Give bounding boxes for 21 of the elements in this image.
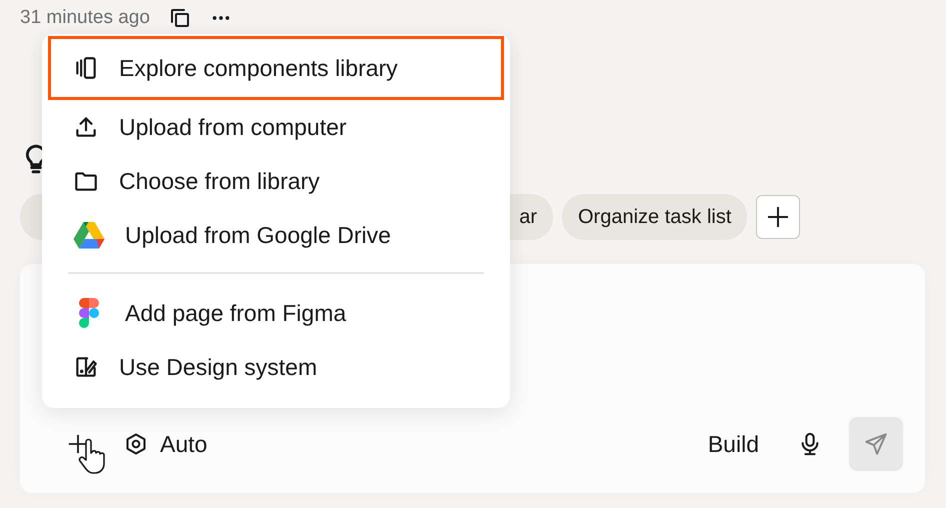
plus-icon xyxy=(766,205,790,229)
build-button[interactable]: Build xyxy=(708,426,759,462)
send-button[interactable] xyxy=(849,417,903,471)
menu-item[interactable]: Upload from computer xyxy=(48,100,504,154)
add-suggestion-button[interactable] xyxy=(756,195,800,239)
upload-icon xyxy=(73,114,99,140)
menu-item[interactable]: Upload from Google Drive xyxy=(48,208,504,262)
microphone-button[interactable] xyxy=(799,431,821,457)
menu-item[interactable]: Add page from Figma xyxy=(48,286,504,340)
menu-item[interactable]: Use Design system xyxy=(48,340,504,394)
send-icon xyxy=(863,431,889,457)
microphone-icon xyxy=(799,431,821,457)
timestamp: 31 minutes ago xyxy=(20,8,150,28)
suggestion-chip[interactable]: Organize task list xyxy=(562,194,748,240)
menu-item[interactable]: Explore components library xyxy=(48,36,504,100)
drive-icon xyxy=(73,221,105,249)
mode-button[interactable]: Auto xyxy=(124,426,208,462)
figma-icon xyxy=(79,298,99,328)
hexagon-icon xyxy=(124,432,148,456)
pointer-cursor-icon xyxy=(78,438,108,474)
menu-item[interactable]: Choose from library xyxy=(48,154,504,208)
